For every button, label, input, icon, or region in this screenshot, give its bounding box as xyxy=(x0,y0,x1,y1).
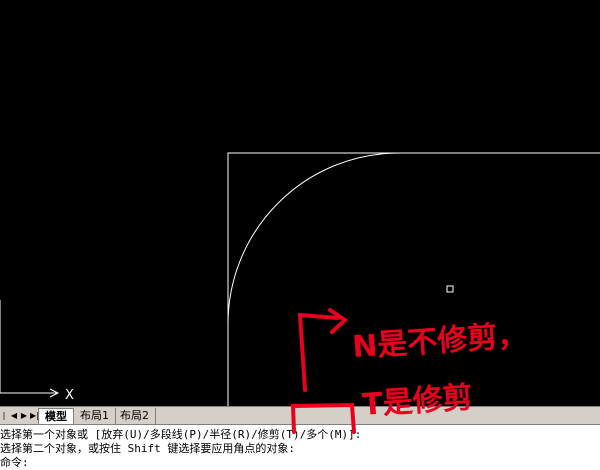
next-tab-icon[interactable]: ▶ xyxy=(20,410,28,421)
command-history-line-1: 选择第一个对象或 [放弃(U)/多段线(P)/半径(R)/修剪(T)/多个(M)… xyxy=(0,428,362,441)
command-history-line-2: 选择第二个对象，或按住 Shift 键选择要应用角点的对象: xyxy=(0,442,295,455)
prev-tab-icon[interactable]: ◀ xyxy=(10,410,18,421)
command-prompt[interactable]: 命令: xyxy=(0,456,29,470)
pickbox-cursor xyxy=(446,285,454,293)
ucs-x-label: X xyxy=(65,388,74,403)
annotation-text-t: T是修剪 xyxy=(361,380,474,423)
layout-tabbar: |◀ ◀ ▶ ▶| 模型 布局1 布局2 xyxy=(0,406,600,431)
tab-model[interactable]: 模型 xyxy=(38,408,74,425)
tab-layout1[interactable]: 布局1 xyxy=(74,408,116,424)
tab-layout2[interactable]: 布局2 xyxy=(114,408,156,424)
last-tab-icon[interactable]: ▶| xyxy=(30,410,39,421)
filleted-rectangle[interactable] xyxy=(227,152,600,406)
first-tab-icon[interactable]: |◀ xyxy=(0,410,8,431)
command-window[interactable]: 选择第一个对象或 [放弃(U)/多段线(P)/半径(R)/修剪(T)/多个(M)… xyxy=(0,424,600,470)
